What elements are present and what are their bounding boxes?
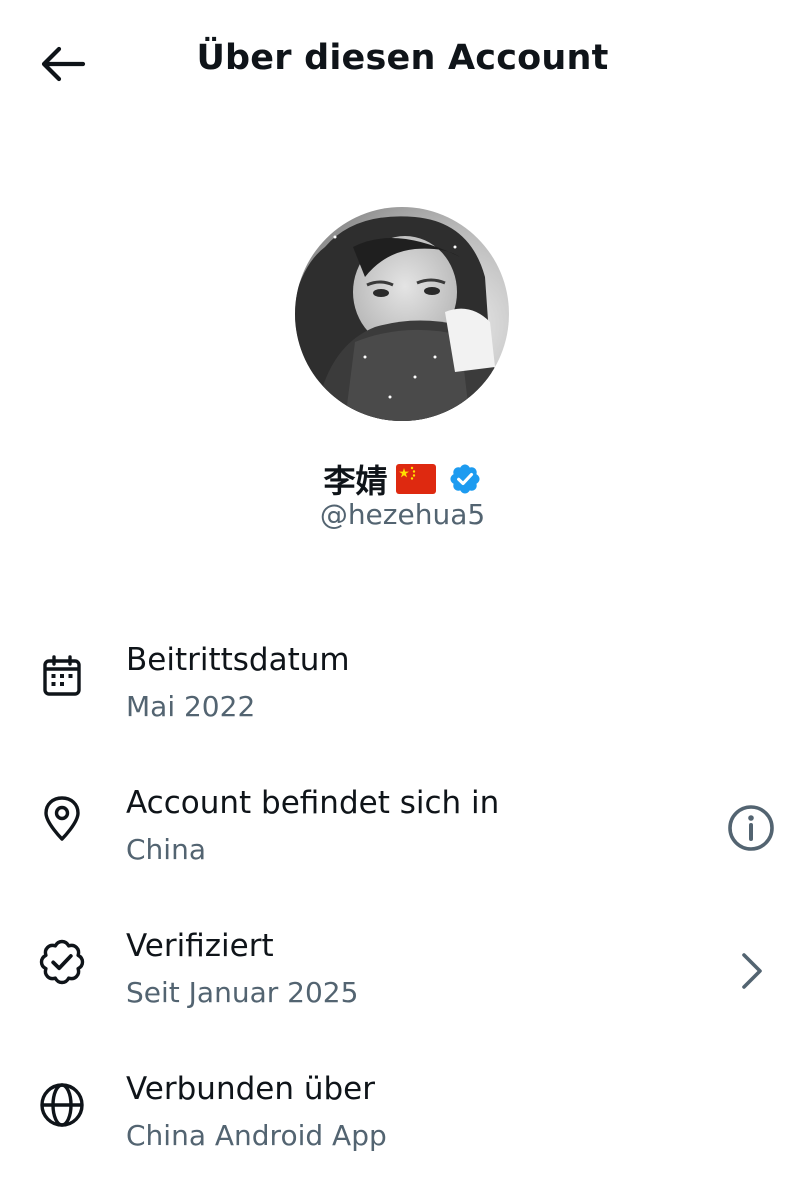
- china-flag-icon: [395, 464, 436, 494]
- info-item-value: China Android App: [126, 1119, 387, 1152]
- profile-name-row: 李婧: [0, 456, 805, 502]
- verified-outline-icon: [38, 938, 86, 986]
- calendar-icon: [38, 652, 86, 700]
- info-item-connected-via: Verbunden über China Android App: [0, 1071, 805, 1181]
- avatar[interactable]: [295, 207, 509, 421]
- page-title: Über diesen Account: [196, 38, 609, 78]
- profile-name: 李婧: [323, 462, 388, 500]
- location-pin-icon: [38, 795, 86, 843]
- info-circle-icon[interactable]: [722, 799, 780, 857]
- chevron-right-icon[interactable]: [722, 942, 780, 1000]
- info-item-value: Seit Januar 2025: [126, 976, 359, 1009]
- globe-icon: [38, 1081, 86, 1129]
- profile-handle: @hezehua5: [319, 498, 486, 531]
- info-item-title: Account befindet sich in: [126, 785, 500, 821]
- top-bar: Über diesen Account: [0, 0, 805, 128]
- info-item-location: Account befindet sich in China: [0, 785, 805, 895]
- info-item-verified[interactable]: Verifiziert Seit Januar 2025: [0, 928, 805, 1038]
- info-item-title: Verbunden über: [126, 1071, 375, 1107]
- info-item-title: Beitrittsdatum: [126, 642, 350, 678]
- info-item-value: Mai 2022: [126, 690, 256, 723]
- verified-badge-icon[interactable]: [448, 462, 482, 496]
- info-item-title: Verifiziert: [126, 928, 274, 964]
- info-item-value: China: [126, 833, 206, 866]
- info-item-join-date: Beitrittsdatum Mai 2022: [0, 642, 805, 752]
